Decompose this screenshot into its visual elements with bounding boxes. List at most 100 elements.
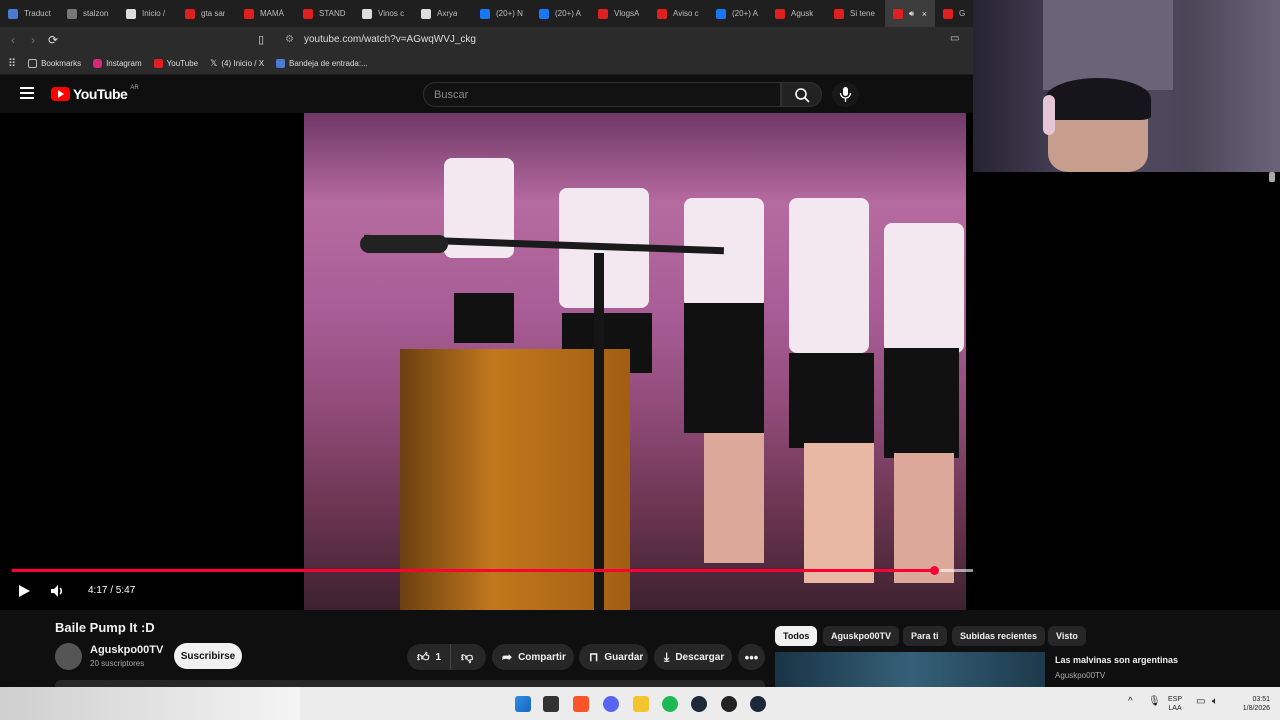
chevron-up-icon[interactable]: ^ [1128, 697, 1133, 707]
discord-icon[interactable] [603, 696, 619, 712]
bookmark-instagram[interactable]: Instagram [93, 59, 142, 68]
tab-label: STAND [319, 9, 346, 18]
bookmark-x[interactable]: 𝕏 (4) Inicio / X [210, 58, 264, 69]
download-button[interactable]: ⤓ Descargar [654, 644, 732, 670]
channel-name[interactable]: Aguskpo00TV [90, 644, 163, 656]
description-box[interactable] [55, 680, 765, 687]
x-icon: 𝕏 [210, 58, 218, 68]
search-input[interactable]: Buscar [423, 82, 781, 107]
language-indicator[interactable]: ESP LAA [1168, 695, 1182, 713]
menu-icon[interactable] [20, 87, 34, 99]
browser-tab[interactable]: Vinos c [354, 0, 413, 27]
recommendation-thumbnail[interactable] [775, 652, 1045, 687]
search-placeholder: Buscar [434, 89, 469, 101]
lang-bottom: LAA [1168, 705, 1182, 712]
cast-icon[interactable]: ▭ [950, 33, 959, 44]
browser-tab[interactable]: gta sar [177, 0, 236, 27]
browser-tab[interactable]: Axrya [413, 0, 472, 27]
bookmark-icon[interactable]: ▯ [258, 33, 264, 46]
browser-tab[interactable]: stalzon [59, 0, 118, 27]
taskbar: ^ 🎙︎ ESP LAA ▭ 🔈︎ 03:51 1/8/2026 [0, 687, 1280, 720]
browser-tab[interactable]: Inicio / [118, 0, 177, 27]
tab-favicon-icon [8, 8, 18, 19]
address-bar: ‹ › ⟳ ▯ ⚙ youtube.com/watch?v=AGwqWVJ_ckg… [0, 27, 973, 53]
browser-tab[interactable]: Agusk [767, 0, 826, 27]
browser-tab[interactable]: VlogsA [590, 0, 649, 27]
task-view-icon[interactable] [543, 696, 559, 712]
video-figure [884, 223, 964, 353]
bookmark-youtube[interactable]: YouTube [153, 59, 199, 68]
microphone-tray-icon[interactable]: 🎙︎ [1148, 697, 1161, 707]
back-icon[interactable]: ‹ [3, 33, 23, 47]
webcam-person [1043, 95, 1055, 135]
browser-tab[interactable]: Aviso c [649, 0, 708, 27]
search-button[interactable] [781, 82, 822, 107]
bookmark-add-icon: ⊓ [589, 650, 599, 664]
chip-all[interactable]: Todos [775, 626, 818, 646]
bookmark-inbox[interactable]: Bandeja de entrada:... [276, 59, 368, 68]
folder-icon [28, 59, 38, 68]
bookmark-label: YouTube [166, 59, 199, 68]
browser-tab[interactable]: G [935, 0, 973, 27]
instagram-icon [93, 59, 103, 68]
tab-label: gta sar [201, 9, 226, 18]
spotify-icon[interactable] [662, 696, 678, 712]
chip-recent-uploads[interactable]: Subidas recientes [952, 626, 1046, 646]
apps-grid-icon[interactable]: ⠿ [8, 57, 16, 70]
close-tab-icon[interactable]: × [922, 9, 927, 19]
save-button[interactable]: ⊓ Guardar [579, 644, 648, 670]
obs-icon[interactable] [721, 696, 737, 712]
browser-tab[interactable]: Traduct [0, 0, 59, 27]
video-player[interactable]: 4:17 / 5:47 [0, 113, 1258, 610]
clock[interactable]: 03:51 1/8/2026 [1232, 695, 1270, 713]
volume-icon[interactable] [50, 584, 66, 598]
tab-favicon-icon [775, 8, 785, 19]
tab-favicon-icon [893, 8, 903, 19]
recommendation-channel[interactable]: Aguskpo00TV [1055, 671, 1105, 680]
tab-label: MAMÁ [260, 9, 284, 18]
browser-tab[interactable]: Si tene [826, 0, 885, 27]
browser-tab[interactable]: (20+) A [708, 0, 767, 27]
forward-icon[interactable]: › [23, 33, 43, 47]
speaker-icon[interactable]: 🔈︎ [1212, 697, 1218, 707]
share-button[interactable]: ➦ Compartir [492, 644, 574, 670]
subscribe-button[interactable]: Suscribirse [174, 643, 242, 669]
youtube-play-icon [51, 87, 70, 101]
site-info-icon[interactable]: ⚙ [285, 34, 294, 45]
reload-icon[interactable]: ⟳ [43, 33, 63, 47]
video-figure [360, 235, 448, 253]
play-icon[interactable] [17, 584, 31, 598]
browser-tab-active[interactable]: 🔊︎ × [885, 0, 935, 27]
windows-start-icon[interactable] [515, 696, 531, 712]
network-icon[interactable]: ▭ [1196, 697, 1205, 707]
scrollbar[interactable] [1269, 172, 1275, 182]
tab-favicon-icon [244, 8, 254, 19]
browser-tab[interactable]: (20+) A [531, 0, 590, 27]
browser-tab[interactable]: (20+) N [472, 0, 531, 27]
like-button[interactable]: 👍︎ 1 [407, 644, 450, 670]
voice-search-button[interactable] [832, 82, 859, 107]
browser-tab[interactable]: STAND [295, 0, 354, 27]
browser-tab[interactable]: MAMÁ [236, 0, 295, 27]
bookmark-bookmarks[interactable]: Bookmarks [28, 59, 81, 68]
clock-date: 1/8/2026 [1242, 705, 1270, 712]
file-explorer-icon[interactable] [633, 696, 649, 712]
channel-avatar[interactable] [55, 643, 82, 670]
chip-for-you[interactable]: Para ti [903, 626, 947, 646]
more-actions-button[interactable]: ••• [738, 644, 765, 670]
steam-icon[interactable] [750, 696, 766, 712]
chip-channel[interactable]: Aguskpo00TV [823, 626, 900, 646]
youtube-logo[interactable]: YouTube AR [51, 85, 139, 102]
brave-icon[interactable] [573, 696, 589, 712]
dislike-button[interactable]: 👎︎ [450, 644, 486, 670]
taskbar-background [0, 687, 300, 720]
url-field[interactable]: ⚙ youtube.com/watch?v=AGwqWVJ_ckg [285, 34, 476, 45]
steam-icon[interactable] [691, 696, 707, 712]
progress-scrubber[interactable] [930, 566, 939, 575]
recommendation-title[interactable]: Las malvinas son argentinas [1055, 655, 1178, 665]
clock-time: 03:51 [1252, 696, 1270, 703]
video-frame[interactable] [304, 113, 966, 610]
chip-watched[interactable]: Visto [1048, 626, 1086, 646]
video-figure [884, 348, 959, 458]
video-figure [789, 198, 869, 353]
